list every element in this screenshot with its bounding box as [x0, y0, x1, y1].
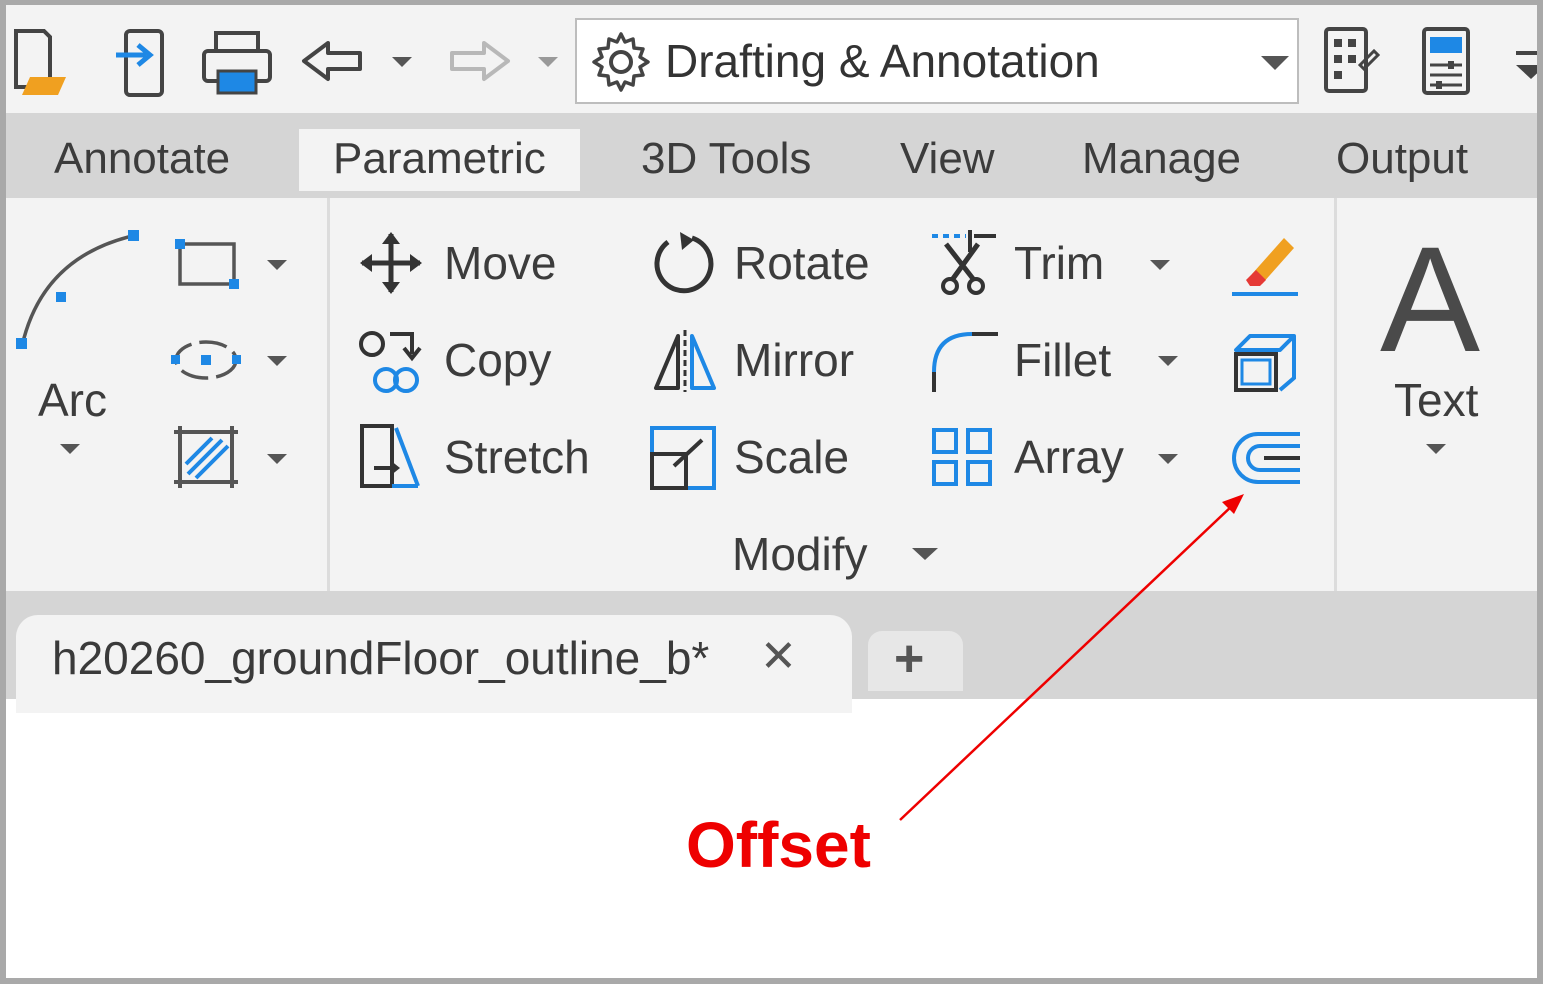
callout-label: Offset [686, 809, 871, 881]
